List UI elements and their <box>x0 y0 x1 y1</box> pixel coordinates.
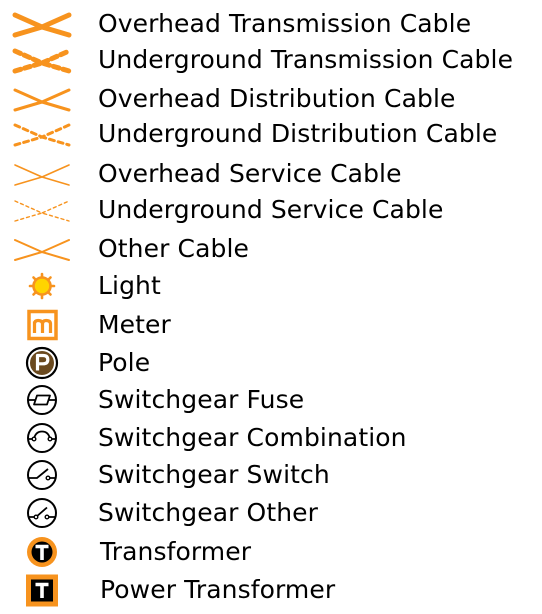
legend-label: Switchgear Fuse <box>98 385 305 414</box>
legend-item-overhead-transmission-cable: Overhead Transmission Cable <box>0 5 542 43</box>
legend-item-switchgear-combination: Switchgear Combination <box>0 419 542 457</box>
legend-item-transformer: Transformer <box>0 533 542 571</box>
switchgear-fuse-icon <box>10 381 74 419</box>
transformer-icon <box>10 533 74 571</box>
legend-item-pole: Pole <box>0 344 542 382</box>
legend-item-switchgear-other: Switchgear Other <box>0 494 542 532</box>
legend-label: Switchgear Other <box>98 498 319 527</box>
light-icon <box>10 267 74 305</box>
legend-item-overhead-distribution-cable: Overhead Distribution Cable <box>0 80 542 118</box>
legend-label: Other Cable <box>98 234 250 263</box>
legend-label: Transformer <box>100 537 252 566</box>
overhead-service-cable-icon <box>10 155 74 193</box>
legend-label: Switchgear Combination <box>98 423 407 452</box>
legend-label: Pole <box>98 348 151 377</box>
underground-service-cable-icon <box>10 191 74 229</box>
legend-label: Underground Distribution Cable <box>98 119 498 148</box>
legend-item-underground-distribution-cable: Underground Distribution Cable <box>0 115 542 153</box>
map-legend: Overhead Transmission Cable Underground … <box>0 0 542 614</box>
legend-label: Underground Transmission Cable <box>98 45 514 74</box>
legend-item-meter: Meter <box>0 306 542 344</box>
legend-label: Switchgear Switch <box>98 460 330 489</box>
legend-label: Overhead Distribution Cable <box>98 84 456 113</box>
legend-label: Meter <box>98 310 171 339</box>
legend-label: Light <box>98 271 161 300</box>
legend-item-switchgear-fuse: Switchgear Fuse <box>0 381 542 419</box>
switchgear-combination-icon <box>10 419 74 457</box>
legend-item-other-cable: Other Cable <box>0 230 542 268</box>
meter-icon <box>10 306 74 344</box>
switchgear-other-icon <box>10 494 74 532</box>
legend-label: Overhead Transmission Cable <box>98 9 472 38</box>
legend-item-power-transformer: Power Transformer <box>0 571 542 609</box>
switchgear-switch-icon <box>10 456 74 494</box>
other-cable-icon <box>10 230 74 268</box>
legend-item-overhead-service-cable: Overhead Service Cable <box>0 155 542 193</box>
legend-item-light: Light <box>0 267 542 305</box>
legend-label: Overhead Service Cable <box>98 159 402 188</box>
legend-label: Underground Service Cable <box>98 195 444 224</box>
legend-label: Power Transformer <box>100 575 336 604</box>
legend-item-switchgear-switch: Switchgear Switch <box>0 456 542 494</box>
overhead-transmission-cable-icon <box>10 5 74 43</box>
legend-item-underground-service-cable: Underground Service Cable <box>0 191 542 229</box>
underground-distribution-cable-icon <box>10 115 74 153</box>
legend-item-underground-transmission-cable: Underground Transmission Cable <box>0 41 542 79</box>
overhead-distribution-cable-icon <box>10 80 74 118</box>
power-transformer-icon <box>10 571 74 609</box>
underground-transmission-cable-icon <box>10 41 74 79</box>
pole-icon <box>10 344 74 382</box>
